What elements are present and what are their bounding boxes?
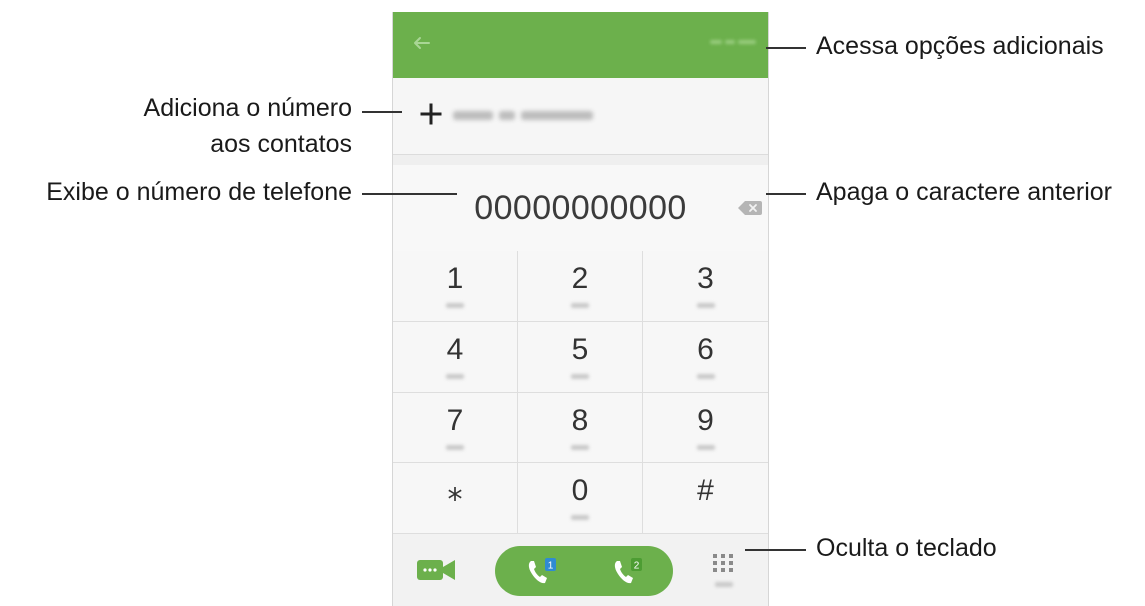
key-9[interactable]: 9 <box>643 392 768 464</box>
key-digit: 5 <box>571 332 589 366</box>
key-digit: 1 <box>446 262 464 295</box>
key-digit: 2 <box>571 262 589 295</box>
number-display-row: 00000000000 <box>393 165 768 252</box>
sim1-badge: 1 <box>548 561 554 572</box>
key-1[interactable]: 1 <box>393 251 518 322</box>
key-digit: # <box>697 474 714 508</box>
dialer-screen: 00000000000 1 2 3 4 5 6 7 8 9 ⁎ 0 # 1 2 <box>392 12 769 606</box>
sim2-call-icon[interactable]: 2 <box>611 557 645 587</box>
key-4[interactable]: 4 <box>393 321 518 393</box>
more-options-button[interactable] <box>710 34 758 50</box>
backspace-icon[interactable] <box>738 201 762 215</box>
key-digit: 9 <box>697 403 714 437</box>
key-sub-label <box>446 303 464 308</box>
call-actions-bar: 1 2 <box>393 534 768 606</box>
key-digit: 4 <box>446 332 464 366</box>
sim2-badge: 2 <box>634 561 640 572</box>
key-sub-label <box>446 444 464 450</box>
callout-leader-add-contact <box>362 111 402 113</box>
call-button-pill: 1 2 <box>495 546 673 596</box>
callout-hide-keypad: Oculta o teclado <box>816 534 997 562</box>
key-digit: 3 <box>697 262 714 295</box>
callout-add-contact-line1: Adiciona o número <box>143 94 352 122</box>
callout-leader-hide-keypad <box>745 549 806 551</box>
plus-icon <box>420 103 442 125</box>
key-digit: 0 <box>571 474 589 508</box>
key-sub-label <box>696 444 715 450</box>
back-arrow-icon[interactable] <box>409 31 433 55</box>
dial-keypad: 1 2 3 4 5 6 7 8 9 ⁎ 0 # <box>393 251 768 534</box>
key-digit: ⁎ <box>447 474 463 508</box>
keypad-toggle-label <box>715 582 733 587</box>
key-7[interactable]: 7 <box>393 392 518 464</box>
callout-show-number: Exibe o número de telefone <box>46 178 352 206</box>
key-2[interactable]: 2 <box>518 251 643 322</box>
key-sub-label <box>446 373 464 379</box>
key-star[interactable]: ⁎ <box>393 463 518 534</box>
key-sub-label <box>571 373 589 379</box>
callout-delete-char: Apaga o caractere anterior <box>816 178 1113 206</box>
key-digit: 7 <box>446 403 464 437</box>
key-digit: 6 <box>697 332 714 366</box>
key-sub-label <box>571 515 589 521</box>
callout-leader-show-number <box>362 193 457 195</box>
callout-leader-delete-char <box>766 193 806 195</box>
add-to-contacts-row[interactable] <box>393 78 768 155</box>
add-to-contacts-label <box>453 111 605 121</box>
callout-add-contact-line2: aos contatos <box>210 130 352 158</box>
key-8[interactable]: 8 <box>518 392 643 464</box>
key-6[interactable]: 6 <box>643 321 768 393</box>
key-sub-label <box>696 303 715 308</box>
callout-leader-more-options <box>766 47 806 49</box>
keypad-icon[interactable] <box>711 552 735 576</box>
callout-more-options: Acessa opções adicionais <box>816 32 1104 60</box>
key-digit: 8 <box>571 403 589 437</box>
key-0[interactable]: 0 <box>518 463 643 534</box>
top-app-bar <box>393 12 768 78</box>
sim1-call-icon[interactable]: 1 <box>525 557 559 587</box>
key-sub-label <box>696 373 715 379</box>
phone-number-display[interactable]: 00000000000 <box>393 165 768 251</box>
key-5[interactable]: 5 <box>518 321 643 393</box>
key-sub-label <box>571 303 589 308</box>
key-hash[interactable]: # <box>643 463 768 534</box>
divider <box>393 155 768 165</box>
key-3[interactable]: 3 <box>643 251 768 322</box>
key-sub-label <box>571 444 589 450</box>
video-call-icon[interactable] <box>417 559 455 581</box>
